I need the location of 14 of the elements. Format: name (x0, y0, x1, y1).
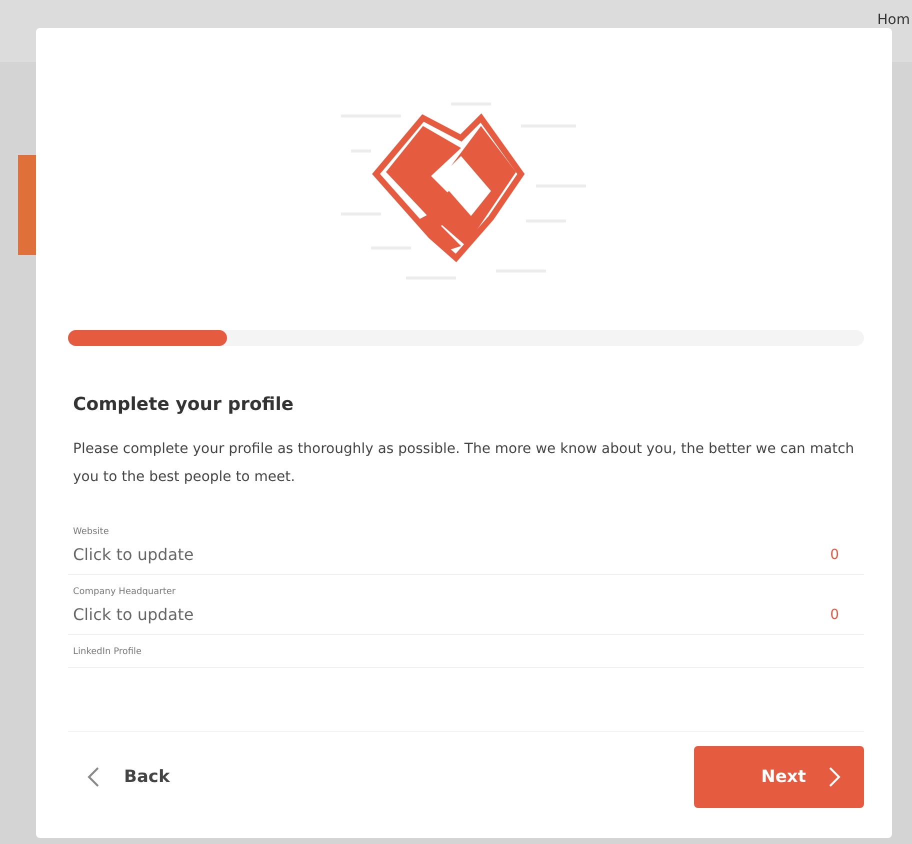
character-count: 0 (830, 606, 839, 622)
input-field[interactable]: Click to update 0 (73, 605, 859, 624)
field-label: LinkedIn Profile (73, 647, 143, 657)
back-button[interactable]: Back (68, 756, 188, 798)
input-field[interactable]: Click to update 0 (73, 545, 859, 564)
character-count: 0 (830, 546, 839, 562)
chevron-right-icon (828, 766, 842, 788)
dialog-title: Complete your profile (73, 394, 295, 415)
field-label: Website (73, 527, 110, 537)
nav-link[interactable]: Hom (877, 0, 910, 28)
next-button[interactable]: Next (694, 746, 864, 808)
description-text: Please complete your profile as thoroughly as possible. The more we know about you, the better we can match you to the best people to meet. (73, 440, 856, 487)
field-label: Company Headquarter (73, 587, 177, 597)
chevron-left-icon (86, 766, 100, 788)
